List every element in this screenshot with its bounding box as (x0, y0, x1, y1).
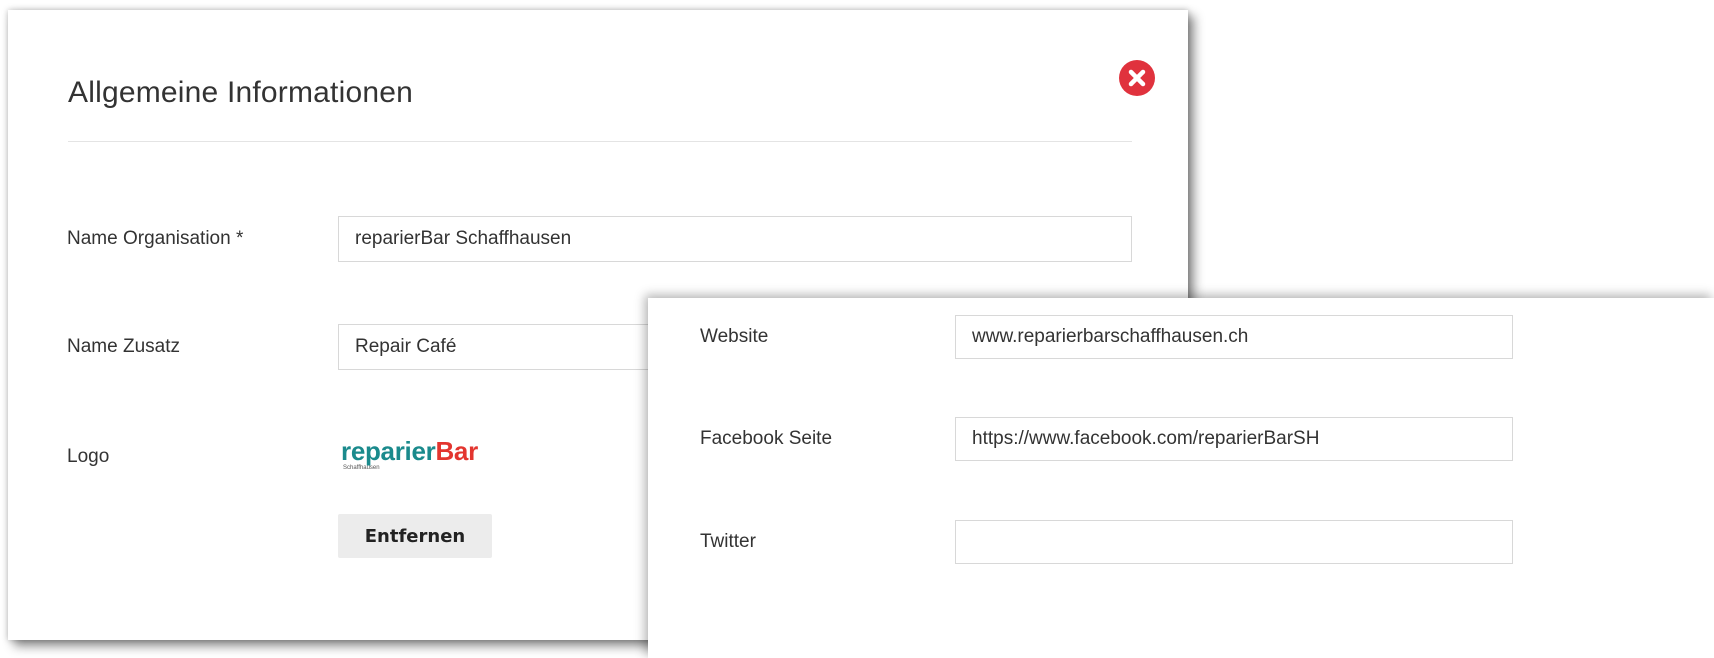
links-panel: Website Facebook Seite Twitter (648, 298, 1714, 658)
remove-logo-button[interactable]: Entfernen (338, 514, 492, 558)
name-organisation-label: Name Organisation * (67, 228, 244, 249)
facebook-label: Facebook Seite (700, 428, 833, 449)
modal-title: Allgemeine Informationen (68, 76, 413, 109)
logo-text-reparier: reparier (341, 436, 436, 466)
facebook-input[interactable] (955, 417, 1513, 461)
organisation-logo: reparierBar Schaffhausen (341, 438, 491, 488)
twitter-input[interactable] (955, 520, 1513, 564)
logo-text-bar: Bar (435, 436, 478, 466)
close-icon[interactable] (1119, 60, 1155, 96)
name-zusatz-label: Name Zusatz (67, 336, 180, 357)
website-label: Website (700, 326, 769, 347)
logo-label: Logo (67, 446, 110, 467)
name-organisation-input[interactable] (338, 216, 1132, 262)
twitter-label: Twitter (700, 531, 756, 552)
title-divider (68, 141, 1132, 142)
website-input[interactable] (955, 315, 1513, 359)
